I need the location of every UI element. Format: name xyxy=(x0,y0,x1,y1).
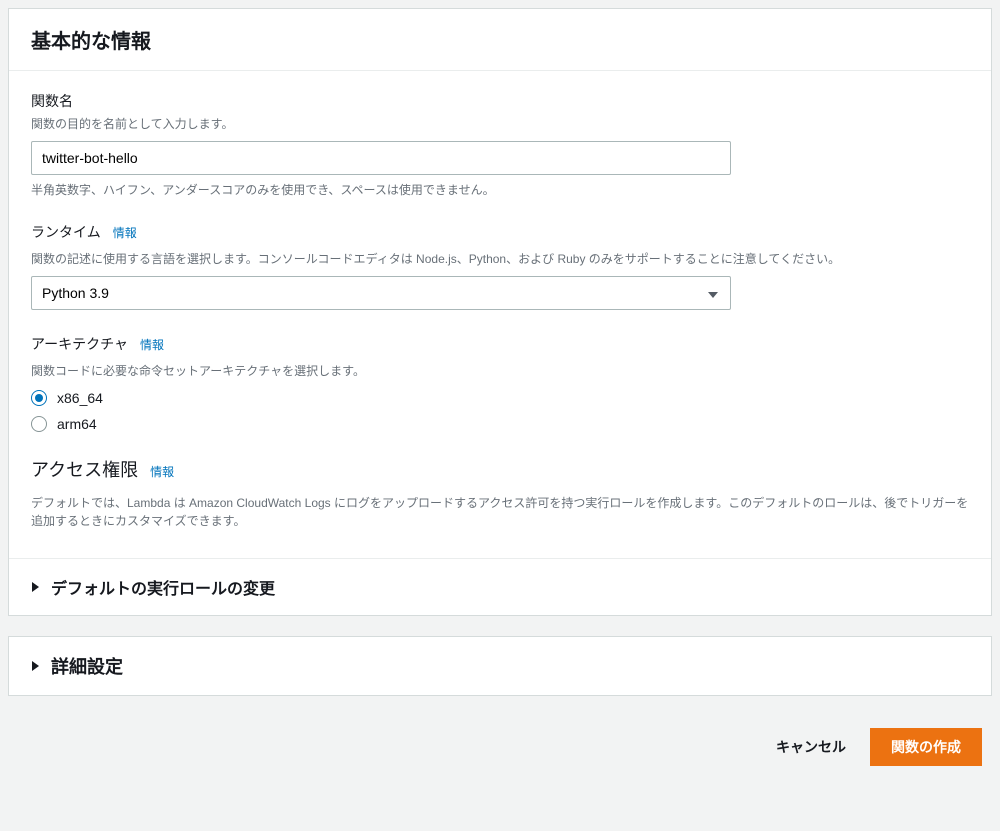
architecture-option-label: arm64 xyxy=(57,416,97,432)
advanced-settings-expander[interactable]: 詳細設定 xyxy=(9,637,991,695)
runtime-select[interactable]: Python 3.9 xyxy=(31,276,731,310)
runtime-help: 関数の記述に使用する言語を選択します。コンソールコードエディタは Node.js… xyxy=(31,250,969,268)
permissions-section: アクセス権限 情報 デフォルトでは、Lambda は Amazon CloudW… xyxy=(31,456,969,530)
runtime-label: ランタイム xyxy=(31,222,101,242)
form-footer: キャンセル 関数の作成 xyxy=(8,716,992,778)
basic-info-header: 基本的な情報 xyxy=(9,9,991,71)
function-name-input[interactable] xyxy=(31,141,731,175)
function-name-constraint: 半角英数字、ハイフン、アンダースコアのみを使用でき、スペースは使用できません。 xyxy=(31,181,969,198)
runtime-selected-value: Python 3.9 xyxy=(42,285,109,301)
function-name-label: 関数名 xyxy=(31,91,969,111)
permissions-help: デフォルトでは、Lambda は Amazon CloudWatch Logs … xyxy=(31,494,969,530)
radio-icon xyxy=(31,390,47,406)
caret-right-icon xyxy=(31,661,41,671)
permissions-info-link[interactable]: 情報 xyxy=(150,463,174,480)
basic-info-panel: 基本的な情報 関数名 関数の目的を名前として入力します。 半角英数字、ハイフン、… xyxy=(8,8,992,616)
basic-info-body: 関数名 関数の目的を名前として入力します。 半角英数字、ハイフン、アンダースコア… xyxy=(9,71,991,558)
architecture-info-link[interactable]: 情報 xyxy=(140,336,164,353)
runtime-field: ランタイム 情報 関数の記述に使用する言語を選択します。コンソールコードエディタ… xyxy=(31,222,969,310)
advanced-settings-title: 詳細設定 xyxy=(51,653,123,679)
basic-info-title: 基本的な情報 xyxy=(31,25,969,54)
radio-icon xyxy=(31,416,47,432)
runtime-info-link[interactable]: 情報 xyxy=(113,224,137,241)
architecture-help: 関数コードに必要な命令セットアーキテクチャを選択します。 xyxy=(31,362,969,380)
architecture-radio-x86_64[interactable]: x86_64 xyxy=(31,390,969,406)
architecture-radio-arm64[interactable]: arm64 xyxy=(31,416,969,432)
architecture-option-label: x86_64 xyxy=(57,390,103,406)
create-function-button[interactable]: 関数の作成 xyxy=(870,728,982,766)
architecture-field: アーキテクチャ 情報 関数コードに必要な命令セットアーキテクチャを選択します。 … xyxy=(31,334,969,432)
architecture-radio-group: x86_64 arm64 xyxy=(31,390,969,432)
cancel-button[interactable]: キャンセル xyxy=(772,729,850,765)
function-name-field: 関数名 関数の目的を名前として入力します。 半角英数字、ハイフン、アンダースコア… xyxy=(31,91,969,198)
change-role-expander[interactable]: デフォルトの実行ロールの変更 xyxy=(9,558,991,615)
architecture-label: アーキテクチャ xyxy=(31,334,128,354)
chevron-down-icon xyxy=(708,285,718,301)
advanced-settings-panel: 詳細設定 xyxy=(8,636,992,696)
caret-right-icon xyxy=(31,582,41,592)
function-name-help: 関数の目的を名前として入力します。 xyxy=(31,115,969,133)
change-role-label: デフォルトの実行ロールの変更 xyxy=(51,575,275,599)
permissions-title: アクセス権限 xyxy=(31,456,138,482)
